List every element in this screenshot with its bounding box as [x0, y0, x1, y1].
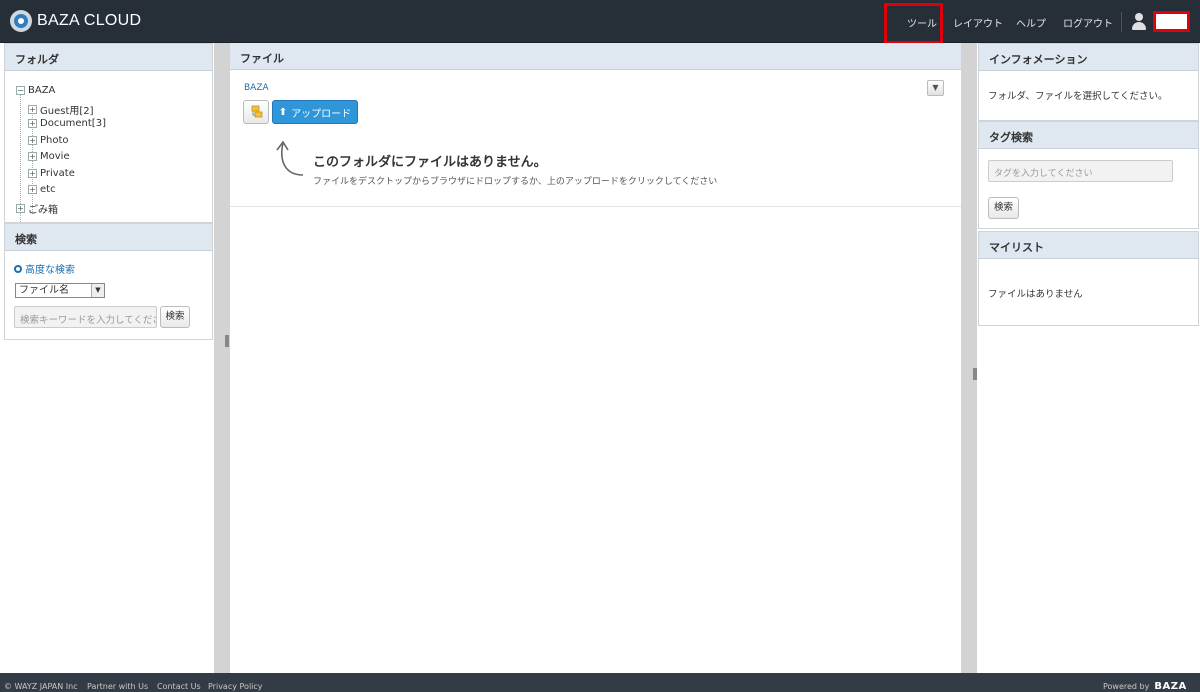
nav-help[interactable]: ヘルプ: [1016, 15, 1046, 30]
search-field-select[interactable]: ファイル名 ▼: [15, 283, 105, 298]
highlight-box-tools: [884, 3, 943, 44]
app-name: BAZA CLOUD: [37, 12, 142, 29]
tree-item-label: Movie: [40, 151, 70, 162]
upload-arrow-icon: ⬆: [278, 106, 288, 118]
left-splitter[interactable]: [214, 43, 229, 673]
powered-by-label: Powered by: [1103, 682, 1150, 691]
file-panel: ファイル BAZA ⬆ アップロード ▼ このフォルダにファイルはありません。 …: [229, 43, 962, 673]
tree-item-movie[interactable]: + Movie: [28, 151, 70, 162]
view-toggle-button[interactable]: [243, 100, 269, 124]
right-splitter[interactable]: [962, 43, 977, 673]
tag-search-input[interactable]: タグを入力してください: [988, 160, 1173, 182]
tree-item-label: etc: [40, 184, 56, 195]
folder-tree: − BAZA + Guest用[2] + Document[3] + Photo…: [5, 71, 212, 225]
tree-item-etc[interactable]: + etc: [28, 184, 56, 195]
tree-item-label: ごみ箱: [28, 205, 58, 216]
search-icon: [14, 264, 22, 273]
divider: [230, 206, 961, 207]
footer-link-partner[interactable]: Partner with Us: [87, 682, 148, 691]
footer-copyright: © WAYZ JAPAN Inc: [4, 682, 78, 691]
footer-link-privacy[interactable]: Privacy Policy: [208, 682, 263, 691]
right-sidebar: インフォメーション フォルダ、ファイルを選択してください。 タグ検索 タグを入力…: [977, 43, 1200, 673]
tree-item-label: BAZA: [28, 85, 56, 96]
search-keyword-input[interactable]: 検索キーワードを入力してください: [14, 306, 157, 328]
chevron-down-icon: ▼: [91, 284, 104, 297]
tree-item-private[interactable]: + Private: [28, 168, 75, 179]
options-dropdown-button[interactable]: ▼: [927, 80, 944, 96]
curved-arrow-icon: [276, 140, 304, 176]
tree-item-root[interactable]: − BAZA: [16, 85, 55, 96]
footer: © WAYZ JAPAN Inc Partner with Us Contact…: [0, 673, 1200, 692]
search-field-value: ファイル名: [19, 285, 69, 296]
search-button[interactable]: 検索: [160, 306, 190, 328]
tree-item-label: Guest用[2]: [40, 106, 94, 117]
advanced-search-link[interactable]: 高度な検索: [14, 261, 75, 276]
expand-icon[interactable]: +: [16, 204, 25, 213]
user-icon[interactable]: [1131, 13, 1147, 31]
expand-icon[interactable]: +: [28, 105, 37, 114]
breadcrumb[interactable]: BAZA: [244, 83, 269, 93]
upload-label: アップロード: [291, 108, 352, 120]
tree-item-guest[interactable]: + Guest用[2]: [28, 102, 94, 117]
tag-search-title: タグ検索: [979, 122, 1198, 149]
app-logo[interactable]: BAZA CLOUD: [10, 10, 141, 32]
expand-icon[interactable]: +: [28, 169, 37, 178]
top-header: BAZA CLOUD ツール レイアウト ヘルプ ログアウト: [0, 0, 1200, 44]
nav-logout[interactable]: ログアウト: [1063, 15, 1113, 30]
footer-link-contact[interactable]: Contact Us: [157, 682, 201, 691]
search-panel-title: 検索: [5, 224, 212, 251]
empty-folder-title: このフォルダにファイルはありません。: [313, 155, 547, 170]
expand-icon[interactable]: +: [28, 119, 37, 128]
collapse-icon[interactable]: −: [16, 86, 25, 95]
tree-item-label: Document[3]: [40, 118, 106, 129]
info-text: フォルダ、ファイルを選択してください。: [988, 91, 1168, 102]
powered-by: Powered by BAZA: [1103, 681, 1187, 692]
upload-button[interactable]: ⬆ アップロード: [272, 100, 358, 124]
advanced-search-label: 高度な検索: [25, 265, 75, 276]
empty-folder-hint: ファイルをデスクトップからブラウザにドロップするか、上のアップロードをクリックし…: [313, 177, 718, 187]
tree-item-photo[interactable]: + Photo: [28, 135, 69, 146]
mylist-title: マイリスト: [979, 232, 1198, 259]
tag-search-button[interactable]: 検索: [988, 197, 1019, 219]
folder-panel: フォルダ − BAZA + Guest用[2] + Document[3] + …: [4, 43, 213, 225]
tree-item-trash[interactable]: + ごみ箱: [16, 201, 58, 216]
user-name-redacted[interactable]: [1153, 11, 1190, 32]
expand-icon[interactable]: +: [28, 136, 37, 145]
folder-panel-title: フォルダ: [5, 44, 212, 71]
tree-item-label: Private: [40, 168, 75, 179]
tree-view-icon: [251, 105, 263, 118]
mylist-empty-text: ファイルはありません: [988, 289, 1083, 300]
info-panel-title: インフォメーション: [979, 44, 1198, 71]
info-panel: インフォメーション: [978, 43, 1199, 121]
nav-divider: [1121, 12, 1122, 32]
baza-logo-icon: [10, 10, 32, 32]
expand-icon[interactable]: +: [28, 152, 37, 161]
nav-layout[interactable]: レイアウト: [953, 15, 1003, 30]
file-panel-title: ファイル: [230, 43, 961, 70]
tree-item-label: Photo: [40, 135, 69, 146]
mylist-panel: マイリスト: [978, 231, 1199, 326]
baza-footer-logo: BAZA: [1154, 681, 1187, 692]
tree-item-document[interactable]: + Document[3]: [28, 118, 106, 129]
left-sidebar: フォルダ − BAZA + Guest用[2] + Document[3] + …: [0, 43, 214, 673]
expand-icon[interactable]: +: [28, 185, 37, 194]
